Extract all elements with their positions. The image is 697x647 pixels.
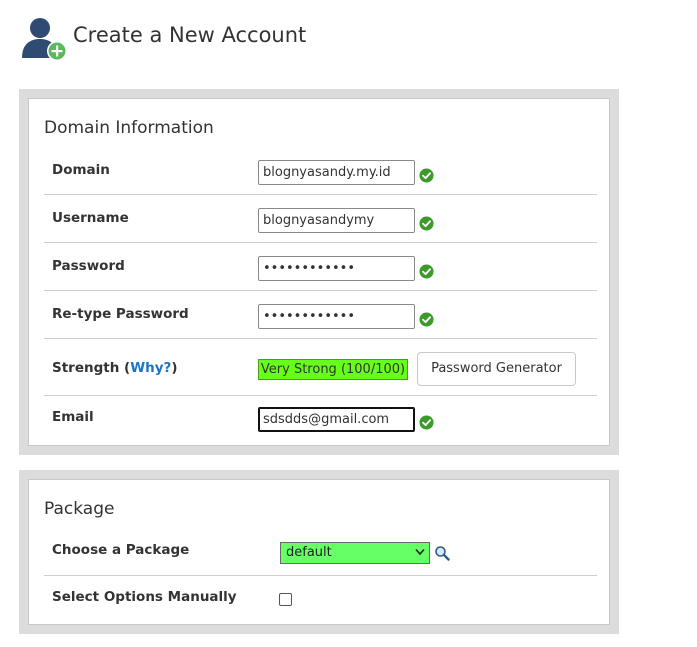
email-label: Email [52,409,94,425]
check-icon [419,168,434,183]
domain-row: Domain [44,147,597,195]
package-panel-inner: Package Choose a Package default Select … [28,479,610,625]
choose-package-label: Choose a Package [52,542,190,558]
strength-label: Strength (Why?) [52,360,178,376]
package-select-value: default [286,545,332,560]
package-title: Package [44,499,115,519]
username-input[interactable] [258,208,415,233]
check-icon [419,415,434,430]
select-options-manually-checkbox[interactable] [279,593,292,606]
domain-label: Domain [52,162,110,178]
password-strength-meter: Very Strong (100/100) [258,359,408,380]
domain-information-panel-inner: Domain Information Domain Username Passw… [28,98,610,446]
password-row: Password [44,243,597,291]
select-options-manually-label: Select Options Manually [52,589,237,605]
retype-password-label: Re-type Password [52,306,189,322]
chevron-down-icon [415,548,425,556]
choose-package-row: Choose a Package default [44,528,597,576]
user-add-icon [22,18,67,61]
domain-information-title: Domain Information [44,118,214,138]
why-link[interactable]: Why? [130,360,171,376]
retype-password-row: Re-type Password [44,291,597,339]
select-options-manually-row: Select Options Manually [44,576,597,624]
email-input[interactable] [258,407,415,432]
check-icon [419,216,434,231]
package-select[interactable]: default [280,542,430,564]
email-row: Email [44,396,597,444]
domain-input[interactable] [258,160,415,185]
domain-information-panel: Domain Information Domain Username Passw… [19,89,619,455]
retype-password-input[interactable] [258,304,415,329]
password-generator-button[interactable]: Password Generator [417,352,576,386]
magnifier-icon[interactable] [434,545,450,561]
strength-label-close: ) [171,360,178,376]
package-panel: Package Choose a Package default Select … [19,470,619,634]
username-row: Username [44,195,597,243]
strength-label-text: Strength ( [52,360,131,376]
strength-row: Strength (Why?) Very Strong (100/100) Pa… [44,339,597,396]
password-input[interactable] [258,256,415,281]
username-label: Username [52,210,129,226]
password-label: Password [52,258,125,274]
check-icon [419,264,434,279]
check-icon [419,312,434,327]
page-header: Create a New Account [20,14,660,64]
page-title: Create a New Account [73,23,307,47]
